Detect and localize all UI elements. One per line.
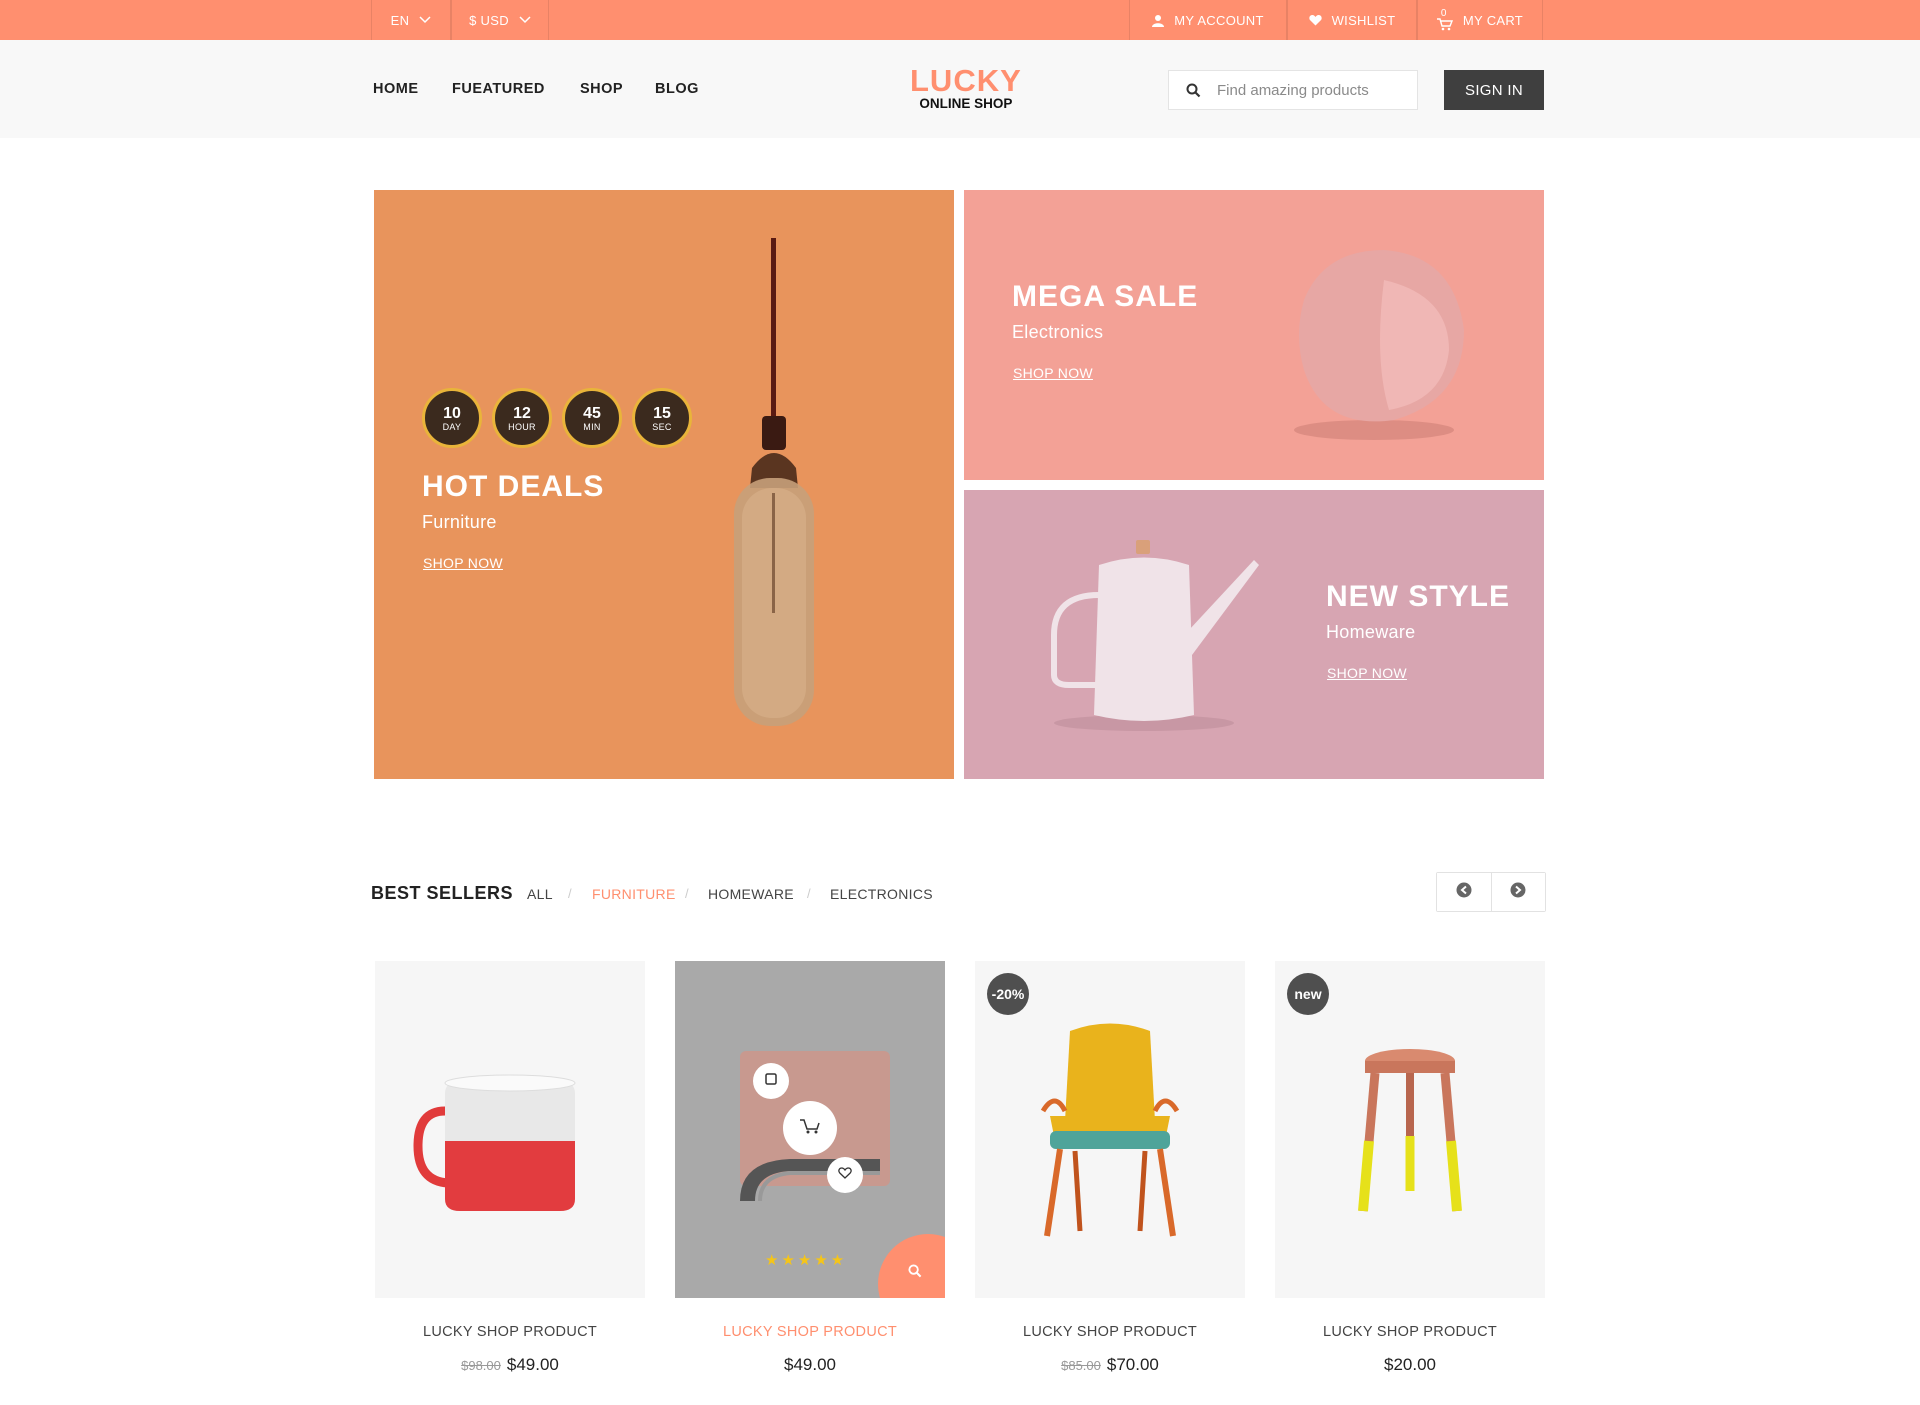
product-current-price: $20.00 [1384, 1355, 1436, 1374]
currency-label: $ USD [469, 12, 509, 28]
currency-selector[interactable]: $ USD [451, 0, 549, 40]
countdown-value: 12 [513, 404, 531, 422]
countdown-value: 15 [653, 404, 671, 422]
countdown-unit: MIN [583, 421, 601, 432]
my-account-link[interactable]: MY ACCOUNT [1129, 0, 1287, 40]
sign-in-button[interactable]: SIGN IN [1444, 70, 1544, 110]
add-to-cart-button[interactable] [783, 1101, 837, 1155]
product-card-hovered[interactable]: ★★★★★ [675, 961, 945, 1298]
product-price: $20.00 [1275, 1355, 1545, 1375]
new-style-shop-now-link[interactable]: SHOP NOW [1327, 665, 1407, 681]
countdown-min: 45 MIN [562, 388, 622, 448]
countdown-unit: SEC [652, 421, 672, 432]
language-selector[interactable]: EN [371, 0, 451, 40]
product-card[interactable] [375, 961, 645, 1298]
new-style-banner: NEW STYLE Homeware SHOP NOW [964, 490, 1544, 779]
discount-badge: -20% [987, 973, 1029, 1015]
product-price: $85.00 $70.00 [975, 1355, 1245, 1375]
zoom-button[interactable] [878, 1234, 945, 1298]
site-logo[interactable]: LUCKY ONLINE SHOP [910, 63, 1022, 112]
product-price: $49.00 [675, 1355, 945, 1375]
add-to-wishlist-button[interactable] [827, 1157, 863, 1193]
filter-electronics[interactable]: ELECTRONICS [830, 886, 933, 902]
my-cart-link[interactable]: 0 MY CART [1417, 0, 1543, 40]
mega-sale-banner: MEGA SALE Electronics SHOP NOW [964, 190, 1544, 480]
mega-sale-title: MEGA SALE [1012, 280, 1199, 313]
arrow-left-icon [1456, 882, 1472, 903]
mega-sale-shop-now-link[interactable]: SHOP NOW [1013, 365, 1093, 381]
logo-title: LUCKY [910, 63, 1022, 98]
nav-shop[interactable]: SHOP [580, 81, 623, 97]
hot-deals-title: HOT DEALS [422, 470, 605, 503]
next-button[interactable] [1490, 873, 1545, 911]
teapot-image [1044, 535, 1274, 740]
wishlist-link[interactable]: WISHLIST [1287, 0, 1417, 40]
cart-icon [799, 1117, 821, 1140]
search-input[interactable] [1217, 81, 1407, 99]
countdown-unit: DAY [442, 421, 462, 432]
hot-deals-banner: 10 DAY 12 HOUR 45 MIN 15 SEC HOT DEALS F… [374, 190, 954, 779]
note-icon [765, 1072, 777, 1090]
heart-icon [1308, 14, 1322, 26]
filter-separator: / [685, 886, 689, 901]
countdown-unit: HOUR [508, 421, 536, 432]
heart-icon [838, 1166, 852, 1184]
countdown-hour: 12 HOUR [492, 388, 552, 448]
product-old-price: $85.00 [1061, 1358, 1101, 1373]
product-card[interactable]: -20% [975, 961, 1245, 1298]
product-current-price: $49.00 [784, 1355, 836, 1374]
top-bar: EN $ USD MY ACCOUNT WISHLIST 0 MY CART [0, 0, 1920, 40]
hot-deals-subtitle: Furniture [422, 512, 497, 532]
new-style-title: NEW STYLE [1326, 580, 1511, 613]
carousel-nav [1436, 872, 1546, 912]
nav-home[interactable]: HOME [373, 81, 419, 97]
product-price: $98.00 $49.00 [375, 1355, 645, 1375]
filter-homeware[interactable]: HOMEWARE [708, 886, 794, 902]
product-current-price: $49.00 [506, 1355, 559, 1374]
product-old-price: $98.00 [461, 1358, 501, 1373]
product-name[interactable]: LUCKY SHOP PRODUCT [375, 1324, 645, 1340]
countdown-value: 45 [583, 404, 601, 422]
product-name[interactable]: LUCKY SHOP PRODUCT [675, 1324, 945, 1340]
new-style-subtitle: Homeware [1326, 622, 1416, 642]
my-account-label: MY ACCOUNT [1174, 12, 1264, 28]
logo-subtitle: ONLINE SHOP [919, 96, 1013, 111]
chevron-down-icon [419, 16, 431, 24]
stool-image [1355, 1041, 1465, 1226]
armchair-image [1035, 1021, 1185, 1266]
product-name[interactable]: LUCKY SHOP PRODUCT [975, 1324, 1245, 1340]
search-icon [908, 1264, 922, 1283]
chevron-down-icon [519, 16, 531, 24]
arrow-right-icon [1510, 882, 1526, 903]
product-current-price: $70.00 [1106, 1355, 1159, 1374]
speaker-image [1264, 240, 1484, 455]
language-label: EN [390, 12, 410, 28]
nav-blog[interactable]: BLOG [655, 81, 699, 97]
pendant-lamp-image [714, 238, 834, 738]
nav-featured[interactable]: FUEATURED [452, 81, 545, 97]
filter-furniture[interactable]: FURNITURE [592, 886, 676, 902]
filter-separator: / [807, 886, 811, 901]
countdown-day: 10 DAY [422, 388, 482, 448]
search-box [1168, 70, 1418, 110]
countdown-value: 10 [443, 404, 461, 422]
quick-view-button[interactable] [753, 1063, 789, 1099]
filter-all[interactable]: ALL [527, 886, 553, 902]
wishlist-label: WISHLIST [1331, 12, 1396, 28]
product-card[interactable]: new [1275, 961, 1545, 1298]
prev-button[interactable] [1437, 873, 1491, 911]
best-sellers-title: BEST SELLERS [371, 883, 514, 903]
rating-stars: ★★★★★ [765, 1252, 848, 1269]
user-icon [1152, 14, 1165, 27]
new-badge: new [1287, 973, 1329, 1015]
product-name[interactable]: LUCKY SHOP PRODUCT [1275, 1324, 1545, 1340]
filter-separator: / [568, 886, 572, 901]
countdown-sec: 15 SEC [632, 388, 692, 448]
cart-icon: 0 [1436, 8, 1453, 31]
mega-sale-subtitle: Electronics [1012, 322, 1104, 342]
search-icon[interactable] [1169, 83, 1217, 98]
hot-deals-shop-now-link[interactable]: SHOP NOW [423, 555, 503, 571]
mug-image [410, 1071, 610, 1226]
my-cart-label: MY CART [1462, 12, 1524, 28]
